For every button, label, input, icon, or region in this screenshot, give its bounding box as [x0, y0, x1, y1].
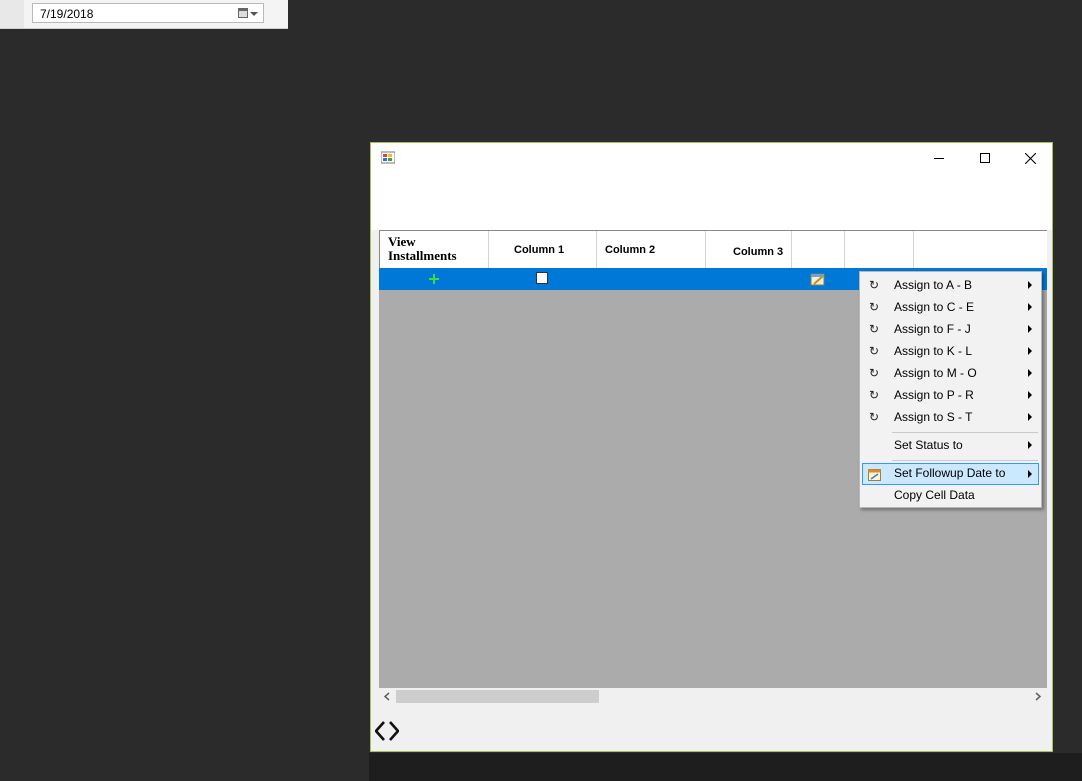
menu-separator: [892, 460, 1038, 461]
calendar-icon[interactable]: [238, 8, 248, 18]
submenu-arrow-icon: [1028, 281, 1032, 289]
refresh-icon: ↻: [868, 410, 880, 424]
submenu-arrow-icon: [1028, 303, 1032, 311]
refresh-icon: ↻: [868, 366, 880, 380]
calendar-icon: [868, 469, 881, 481]
menu-item-label: Set Status to: [894, 438, 963, 452]
menu-item-copy-cell-data[interactable]: Copy Cell Data: [862, 485, 1039, 506]
menu-item-assign-k-l[interactable]: ↻ Assign to K - L: [862, 341, 1039, 362]
submenu-arrow-icon: [1028, 347, 1032, 355]
menu-item-label: Assign to A - B: [894, 278, 973, 292]
menu-item-label: Assign to M - O: [894, 366, 977, 380]
refresh-icon: ↻: [868, 322, 880, 336]
column-header-label: Column 2: [605, 244, 656, 256]
menu-item-assign-a-b[interactable]: ↻ Assign to A - B: [862, 275, 1039, 296]
maximize-button[interactable]: [962, 143, 1008, 173]
scrollbar-thumb[interactable]: [396, 690, 599, 703]
menu-item-label: Assign to K - L: [894, 344, 973, 358]
column-header-label: Column 3: [733, 246, 784, 258]
menu-item-label: Assign to F - J: [894, 322, 971, 336]
background-band: [369, 753, 1082, 781]
refresh-icon: ↻: [868, 278, 880, 292]
column-header-label: Column 1: [514, 244, 565, 256]
title-bar[interactable]: [371, 143, 1052, 173]
refresh-icon: ↻: [868, 300, 880, 314]
column-header-5[interactable]: [845, 231, 914, 268]
minimize-icon: [934, 158, 944, 159]
column-header-4[interactable]: [792, 231, 845, 268]
menu-item-assign-f-j[interactable]: ↻ Assign to F - J: [862, 319, 1039, 340]
menu-item-set-followup-date[interactable]: Set Followup Date to: [862, 463, 1039, 485]
menu-item-label: Assign to C - E: [894, 300, 975, 314]
menu-item-assign-c-e[interactable]: ↻ Assign to C - E: [862, 297, 1039, 318]
submenu-arrow-icon: [1028, 470, 1032, 478]
column-header-6[interactable]: [914, 231, 1047, 268]
menu-separator: [892, 432, 1038, 433]
chevron-down-icon[interactable]: [250, 12, 258, 16]
form-header-area: [371, 173, 1052, 230]
app-icon: [381, 151, 395, 164]
grid-header-row: View Installments Column 1 Column 2 Colu…: [379, 230, 1047, 268]
menu-item-assign-s-t[interactable]: ↻ Assign to S - T: [862, 407, 1039, 428]
column-header-label: View Installments: [388, 234, 457, 263]
scroll-left-icon[interactable]: [383, 692, 391, 701]
close-icon: [1024, 152, 1036, 164]
submenu-arrow-icon: [1028, 413, 1032, 421]
menu-item-assign-p-r[interactable]: ↻ Assign to P - R: [862, 385, 1039, 406]
date-picker[interactable]: 7/19/2018: [32, 3, 264, 23]
menu-item-label: Assign to P - R: [894, 388, 974, 402]
submenu-arrow-icon: [1028, 325, 1032, 333]
menu-item-set-status[interactable]: Set Status to: [862, 435, 1039, 456]
refresh-icon: ↻: [868, 388, 880, 402]
menu-item-label: Set Followup Date to: [894, 466, 1006, 480]
refresh-icon: ↻: [868, 344, 880, 358]
calendar-edit-icon[interactable]: [810, 272, 826, 286]
row-checkbox[interactable]: [536, 272, 548, 284]
submenu-arrow-icon: [1028, 391, 1032, 399]
navigation-diamond-icon[interactable]: [375, 719, 399, 743]
date-picker-value: 7/19/2018: [40, 7, 94, 21]
close-button[interactable]: [1007, 143, 1053, 173]
column-header-column-2[interactable]: Column 2: [597, 231, 706, 268]
column-header-view-installments[interactable]: View Installments: [380, 231, 489, 268]
date-picker-strip: 7/19/2018: [0, 0, 288, 29]
minimize-button[interactable]: [916, 143, 962, 173]
maximize-icon: [980, 153, 990, 163]
menu-item-assign-m-o[interactable]: ↻ Assign to M - O: [862, 363, 1039, 384]
submenu-arrow-icon: [1028, 441, 1032, 449]
horizontal-scrollbar[interactable]: [379, 688, 1047, 705]
column-header-column-3[interactable]: Column 3: [706, 231, 792, 268]
menu-item-label: Copy Cell Data: [894, 488, 975, 502]
expand-plus-icon[interactable]: [429, 274, 439, 284]
submenu-arrow-icon: [1028, 369, 1032, 377]
menu-item-label: Assign to S - T: [894, 410, 973, 424]
strip-gutter: [0, 0, 24, 28]
context-menu: ↻ Assign to A - B ↻ Assign to C - E ↻ As…: [859, 271, 1042, 508]
scroll-right-icon[interactable]: [1034, 692, 1042, 701]
column-header-column-1[interactable]: Column 1: [489, 231, 597, 268]
